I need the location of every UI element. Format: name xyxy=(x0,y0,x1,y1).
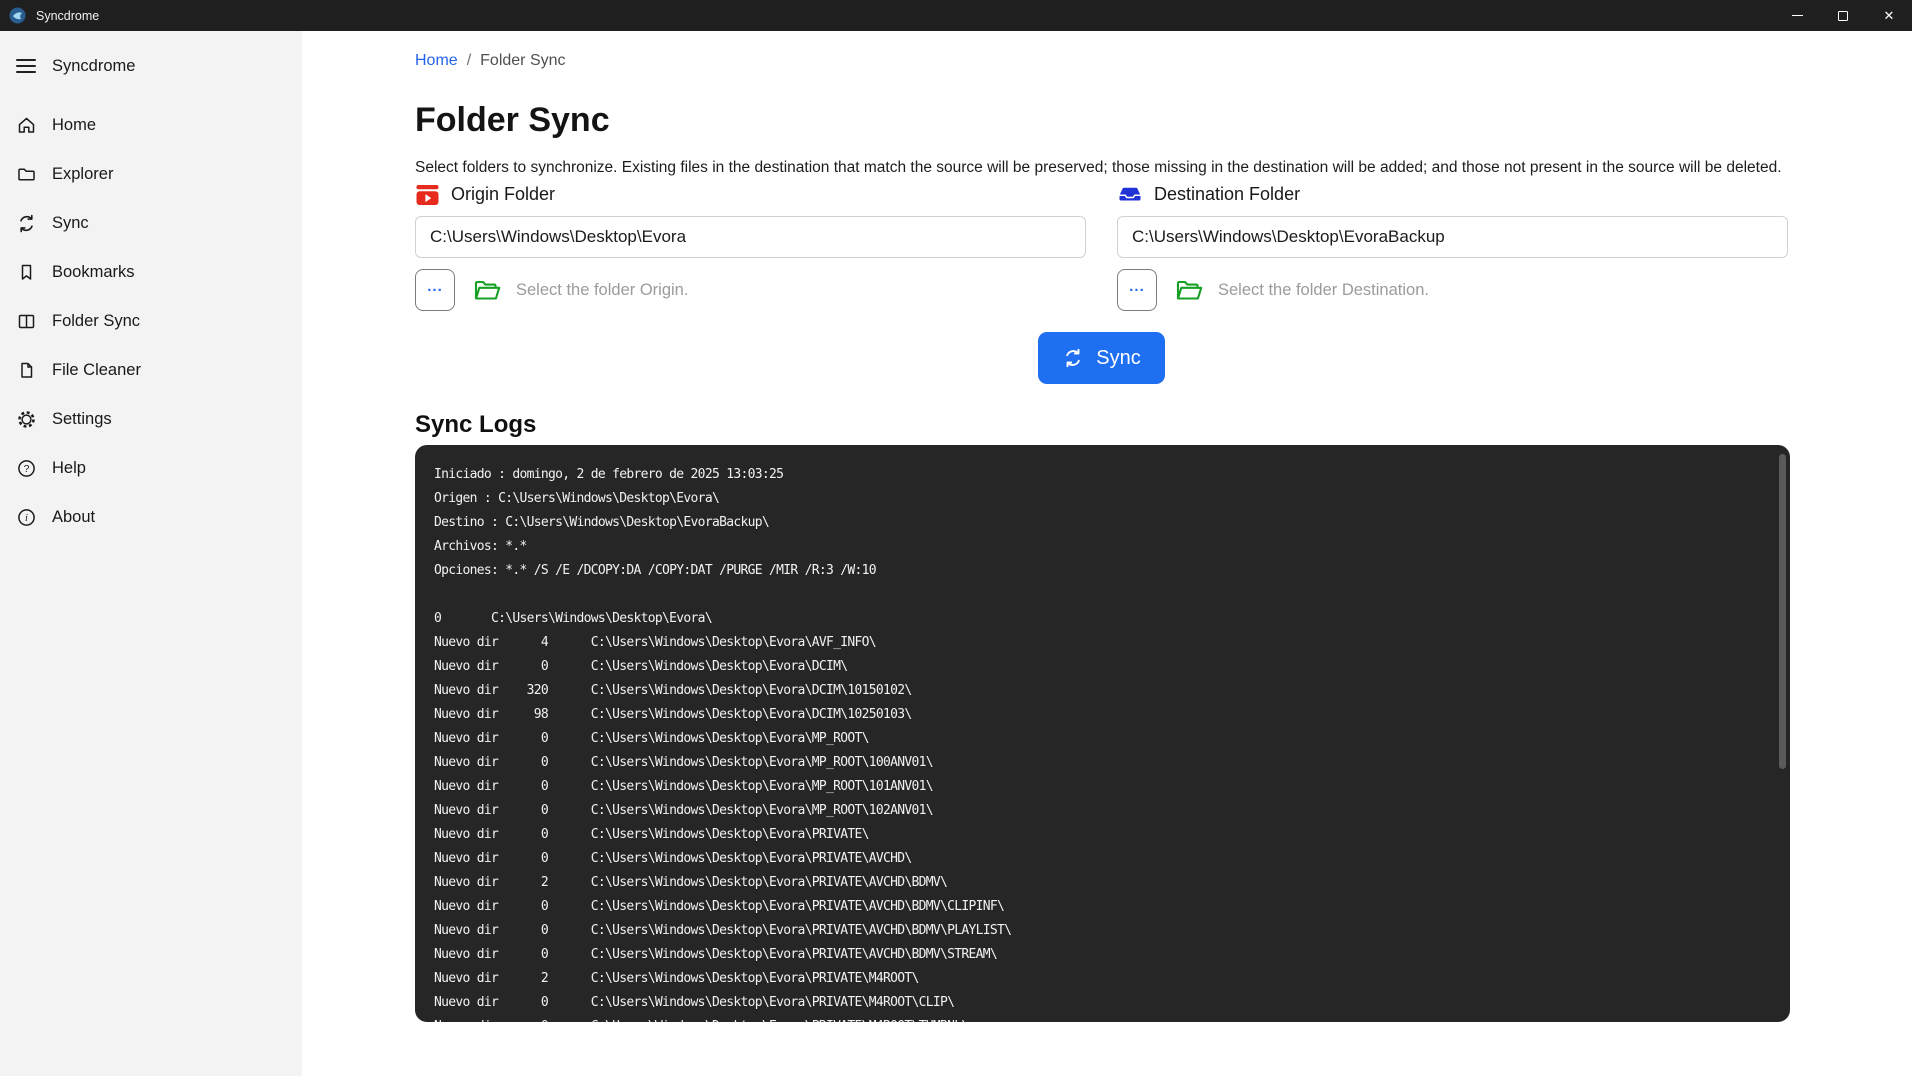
origin-label: Origin Folder xyxy=(451,183,556,204)
sidebar-item-label: Home xyxy=(52,116,97,134)
console-scrollbar-thumb[interactable] xyxy=(1779,454,1786,769)
window-title: Syncdrome xyxy=(36,8,100,23)
maximize-button[interactable] xyxy=(1820,0,1866,31)
origin-folder-icon xyxy=(415,182,440,207)
minimize-icon xyxy=(1791,14,1803,17)
folder-icon xyxy=(16,164,37,185)
sidebar-item-explorer[interactable]: Explorer xyxy=(0,154,302,195)
page-title: Folder Sync xyxy=(415,101,610,139)
maximize-icon xyxy=(1838,10,1848,21)
page-description: Select folders to synchronize. Existing … xyxy=(415,159,1782,176)
svg-text:?: ? xyxy=(24,463,30,475)
destination-label: Destination Folder xyxy=(1154,183,1301,204)
destination-path-input[interactable] xyxy=(1117,216,1788,258)
help-icon: ? xyxy=(16,458,37,479)
sidebar-item-about[interactable]: i About xyxy=(0,497,302,538)
sidebar-item-help[interactable]: ? Help xyxy=(0,448,302,489)
sidebar-item-label: Folder Sync xyxy=(52,312,141,330)
sidebar: Syncdrome Home Explorer Sync Bookmarks F… xyxy=(0,31,302,1076)
gear-icon xyxy=(16,409,37,430)
destination-section: Destination Folder ... Select the folder… xyxy=(1117,181,1788,311)
titlebar: Syncdrome ✕ xyxy=(0,0,1912,31)
open-folder-icon xyxy=(473,278,502,303)
breadcrumb: Home / Folder Sync xyxy=(415,52,1912,74)
origin-section: Origin Folder ... Select the folder Orig… xyxy=(415,181,1086,311)
main-content: Home / Folder Sync Folder Sync Select fo… xyxy=(302,31,1912,1076)
origin-hint: Select the folder Origin. xyxy=(516,280,689,299)
sidebar-item-bookmarks[interactable]: Bookmarks xyxy=(0,252,302,293)
sidebar-nav: Home Explorer Sync Bookmarks Folder Sync… xyxy=(0,105,302,538)
destination-label-row: Destination Folder xyxy=(1117,181,1788,207)
sidebar-item-folder-sync[interactable]: Folder Sync xyxy=(0,301,302,342)
origin-browse-button[interactable]: ... xyxy=(415,269,455,311)
sync-button[interactable]: Sync xyxy=(1038,332,1165,384)
app-logo-icon xyxy=(9,7,26,24)
sidebar-item-label: About xyxy=(52,508,96,526)
sidebar-item-label: Help xyxy=(52,459,86,477)
breadcrumb-current: Folder Sync xyxy=(480,52,566,69)
folder-columns: Origin Folder ... Select the folder Orig… xyxy=(415,181,1788,311)
sidebar-item-label: Settings xyxy=(52,410,112,428)
destination-browse-button[interactable]: ... xyxy=(1117,269,1157,311)
sync-logs-heading: Sync Logs xyxy=(415,411,537,438)
log-output: Iniciado : domingo, 2 de febrero de 2025… xyxy=(434,467,1012,1022)
sidebar-item-label: Explorer xyxy=(52,165,114,183)
file-icon xyxy=(16,360,37,381)
sidebar-app-name: Syncdrome xyxy=(52,56,136,75)
sync-log-console[interactable]: Iniciado : domingo, 2 de febrero de 2025… xyxy=(415,445,1790,1022)
sidebar-item-label: Sync xyxy=(52,214,89,232)
destination-inbox-icon xyxy=(1117,181,1143,207)
origin-path-input[interactable] xyxy=(415,216,1086,258)
origin-browse-row: ... Select the folder Origin. xyxy=(415,269,1086,311)
split-view-icon xyxy=(16,311,37,332)
open-folder-icon xyxy=(1175,278,1204,303)
destination-hint: Select the folder Destination. xyxy=(1218,280,1429,299)
svg-text:i: i xyxy=(25,513,28,524)
sidebar-header: Syncdrome xyxy=(16,51,302,81)
close-button[interactable]: ✕ xyxy=(1866,0,1912,31)
window-controls: ✕ xyxy=(1774,0,1912,31)
sidebar-item-label: Bookmarks xyxy=(52,263,135,281)
sidebar-item-label: File Cleaner xyxy=(52,361,141,379)
destination-browse-row: ... Select the folder Destination. xyxy=(1117,269,1788,311)
sidebar-item-file-cleaner[interactable]: File Cleaner xyxy=(0,350,302,391)
close-icon: ✕ xyxy=(1883,8,1895,23)
breadcrumb-home-link[interactable]: Home xyxy=(415,52,458,70)
sidebar-item-sync[interactable]: Sync xyxy=(0,203,302,244)
hamburger-menu-icon[interactable] xyxy=(16,58,36,74)
sidebar-item-settings[interactable]: Settings xyxy=(0,399,302,440)
origin-label-row: Origin Folder xyxy=(415,181,1086,207)
minimize-button[interactable] xyxy=(1774,0,1820,31)
sync-icon xyxy=(16,213,37,234)
info-icon: i xyxy=(16,507,37,528)
sync-button-label: Sync xyxy=(1096,346,1141,369)
sync-arrows-icon xyxy=(1062,347,1084,369)
sidebar-item-home[interactable]: Home xyxy=(0,105,302,146)
sync-button-row: Sync xyxy=(415,332,1788,384)
bookmark-icon xyxy=(16,262,37,283)
home-icon xyxy=(16,115,37,136)
breadcrumb-separator: / xyxy=(466,52,472,69)
